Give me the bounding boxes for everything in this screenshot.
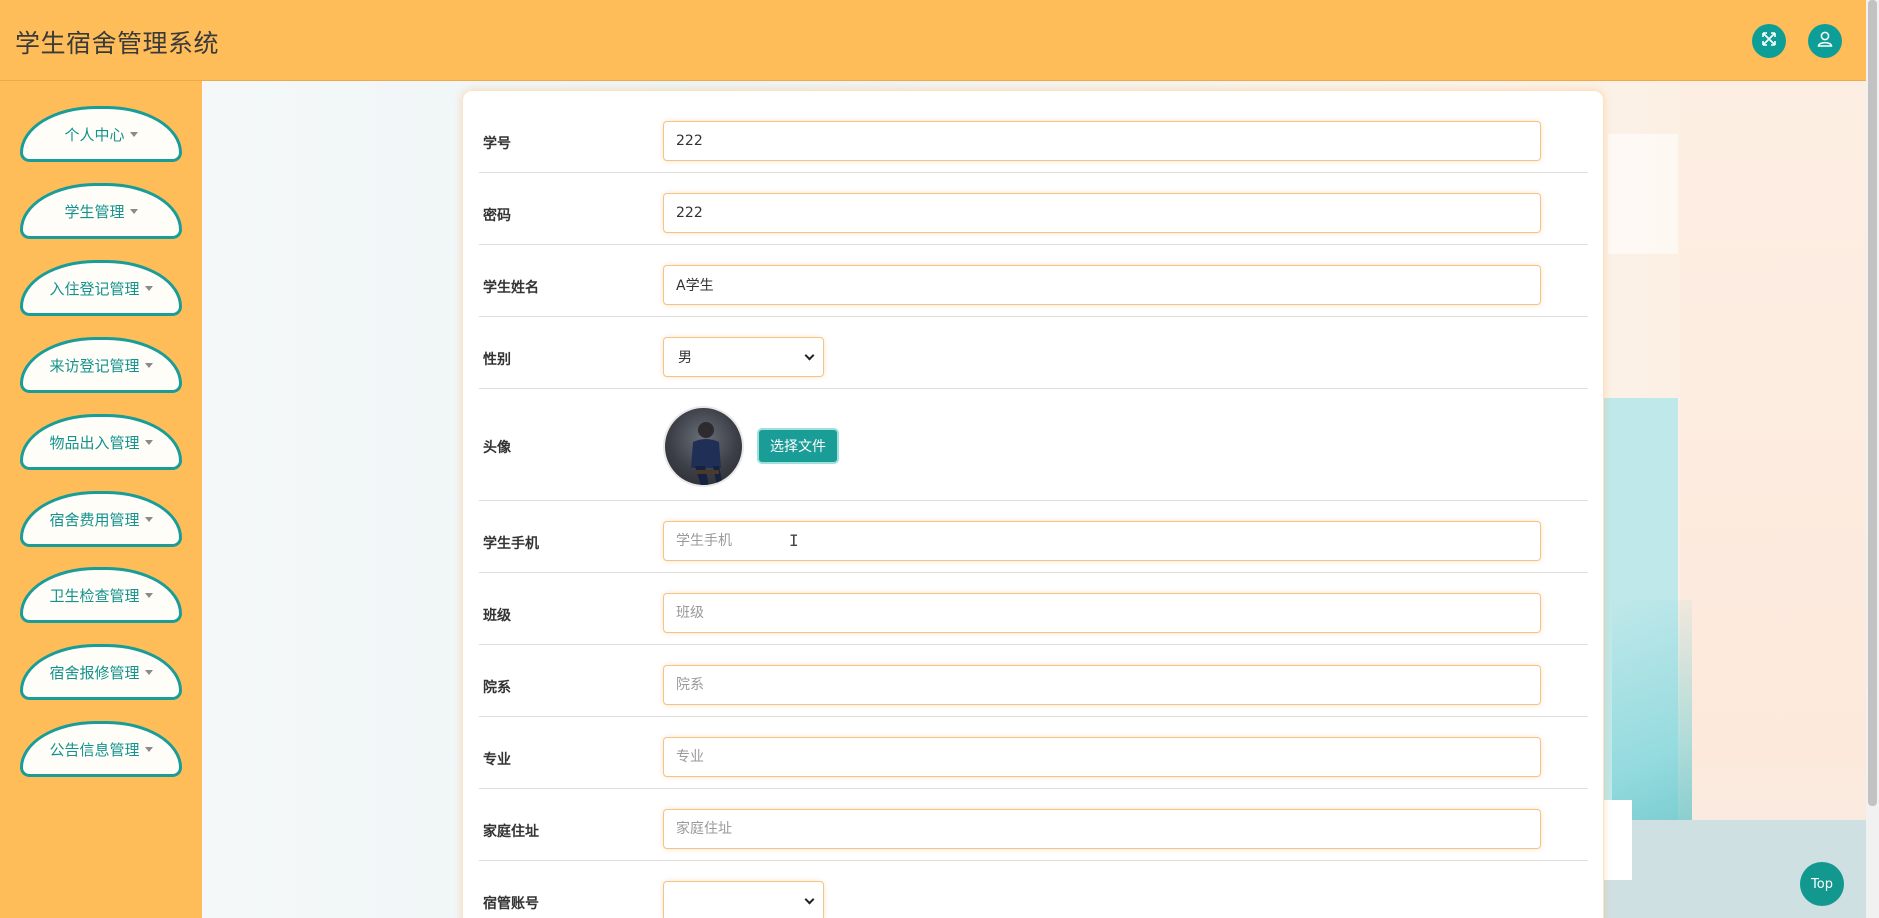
- caret-down-icon: [129, 208, 138, 214]
- form-row-gender: 性别 男: [479, 317, 1588, 389]
- class-label: 班级: [483, 608, 511, 624]
- gender-select-value: 男: [678, 350, 692, 366]
- dorm-manager-label: 宿管账号: [483, 896, 539, 912]
- sidebar-item-personal-center[interactable]: 个人中心: [20, 106, 182, 162]
- form-row-phone: 学生手机: [479, 501, 1588, 573]
- student-no-field[interactable]: [663, 121, 1541, 161]
- student-name-label: 学生姓名: [483, 280, 539, 296]
- password-field[interactable]: [663, 193, 1541, 233]
- phone-label: 学生手机: [483, 536, 539, 552]
- background-illustration: [1680, 81, 1866, 918]
- sidebar-item-checkin-management[interactable]: 入住登记管理: [20, 260, 182, 316]
- sidebar-item-label: 物品出入管理: [49, 433, 140, 452]
- form-row-password: 密码: [479, 173, 1588, 245]
- top-header: 学生宿舍管理系统: [0, 0, 1866, 81]
- form-row-student-no: 学号: [479, 91, 1588, 173]
- caret-down-icon: [129, 131, 138, 137]
- scrollbar-thumb[interactable]: [1868, 0, 1877, 806]
- sidebar-item-label: 个人中心: [64, 125, 125, 144]
- address-label: 家庭住址: [483, 824, 539, 840]
- caret-down-icon: [144, 592, 153, 598]
- sidebar-item-label: 来访登记管理: [49, 356, 140, 375]
- caret-down-icon: [144, 516, 153, 522]
- caret-down-icon: [144, 439, 153, 445]
- fullscreen-icon: [1761, 31, 1777, 51]
- avatar-image: [663, 406, 744, 487]
- caret-down-icon: [144, 362, 153, 368]
- sidebar-item-hygiene-management[interactable]: 卫生检查管理: [20, 567, 182, 623]
- text-cursor-icon: I: [789, 531, 799, 550]
- password-label: 密码: [483, 208, 511, 224]
- user-icon: [1816, 30, 1834, 52]
- form-row-avatar: 头像 选择文件: [479, 389, 1588, 501]
- caret-down-icon: [144, 746, 153, 752]
- department-label: 院系: [483, 680, 511, 696]
- sidebar-item-label: 卫生检查管理: [49, 586, 140, 605]
- form-row-name: 学生姓名: [479, 245, 1588, 317]
- sidebar-item-notice-management[interactable]: 公告信息管理: [20, 721, 182, 777]
- form-row-address: 家庭住址: [479, 789, 1588, 861]
- sidebar-item-goods-management[interactable]: 物品出入管理: [20, 414, 182, 470]
- form-row-department: 院系: [479, 645, 1588, 717]
- fullscreen-button[interactable]: [1752, 24, 1786, 58]
- caret-down-icon: [144, 285, 153, 291]
- back-to-top-button[interactable]: Top: [1800, 862, 1844, 906]
- form-row-major: 专业: [479, 717, 1588, 789]
- sidebar-item-repair-management[interactable]: 宿舍报修管理: [20, 644, 182, 700]
- major-label: 专业: [483, 752, 511, 768]
- caret-down-icon: [144, 669, 153, 675]
- choose-file-button[interactable]: 选择文件: [757, 428, 839, 464]
- avatar-label: 头像: [483, 440, 511, 456]
- sidebar-item-student-management[interactable]: 学生管理: [20, 183, 182, 239]
- app-title: 学生宿舍管理系统: [15, 29, 220, 58]
- gender-select[interactable]: 男: [663, 337, 824, 377]
- sidebar-item-label: 宿舍报修管理: [49, 663, 140, 682]
- major-field[interactable]: [663, 737, 1541, 777]
- form-row-dorm-manager: 宿管账号: [479, 861, 1588, 918]
- gender-label: 性别: [483, 352, 511, 368]
- address-field[interactable]: [663, 809, 1541, 849]
- chevron-down-icon: [804, 894, 815, 905]
- sidebar: 个人中心 学生管理 入住登记管理 来访登记管理 物品出入管理 宿舍费用管理 卫生…: [0, 81, 202, 918]
- form-row-class: 班级: [479, 573, 1588, 645]
- department-field[interactable]: [663, 665, 1541, 705]
- sidebar-item-label: 学生管理: [64, 202, 125, 221]
- sidebar-item-label: 宿舍费用管理: [49, 510, 140, 529]
- user-profile-button[interactable]: [1808, 24, 1842, 58]
- sidebar-item-visitor-management[interactable]: 来访登记管理: [20, 337, 182, 393]
- sidebar-item-fee-management[interactable]: 宿舍费用管理: [20, 491, 182, 547]
- sidebar-item-label: 入住登记管理: [49, 279, 140, 298]
- student-name-field[interactable]: [663, 265, 1541, 305]
- sidebar-item-label: 公告信息管理: [49, 740, 140, 759]
- background-window-shape: [1608, 134, 1678, 254]
- class-field[interactable]: [663, 593, 1541, 633]
- student-no-label: 学号: [483, 136, 511, 152]
- chevron-down-icon: [804, 350, 815, 361]
- dorm-manager-select[interactable]: [663, 881, 824, 918]
- student-edit-form: 学号 密码 学生姓名 性别 男 头像 选择文件 学生手机: [462, 90, 1604, 918]
